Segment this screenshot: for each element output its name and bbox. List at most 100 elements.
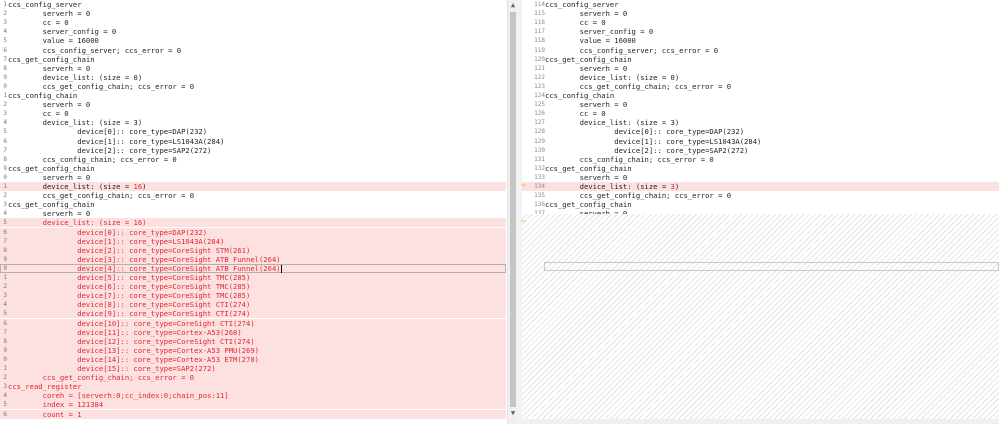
right-code-line[interactable]: 133 serverh = 0 xyxy=(522,173,999,182)
line-number: 117 xyxy=(534,28,545,36)
line-number: 2 xyxy=(3,101,7,109)
line-number: 3 xyxy=(3,19,7,27)
right-code-line[interactable]: 120 ccs_get_config_chain xyxy=(522,55,999,64)
right-code-line[interactable]: 126 cc = 0 xyxy=(522,109,999,118)
left-diff-pane[interactable]: 1 ccs_config_server 2 serverh = 03 cc = 04… xyxy=(0,0,506,424)
right-code-line[interactable]: 119 ccs_config_server; ccs_error = 0 xyxy=(522,46,999,55)
line-text: device[4]:: core_type=CoreSight ATB Funn… xyxy=(8,263,282,273)
right-code-line[interactable]: 121 serverh = 0 xyxy=(522,64,999,73)
line-number: 136 xyxy=(534,201,545,209)
right-code-line[interactable]: 135 ccs_get_config_chain; ccs_error = 0 xyxy=(522,191,999,200)
line-number: 7 xyxy=(3,237,7,245)
removed-block-arrow-icon[interactable]: ⇦ xyxy=(521,217,529,225)
line-number: 9 xyxy=(3,164,7,172)
line-text: serverh = 0 xyxy=(545,63,628,73)
line-number: 125 xyxy=(534,101,545,109)
left-code-line[interactable]: 0 device[14]:: core_type=Cortex-A53 ETM(… xyxy=(0,354,506,364)
left-code-line[interactable]: 2 ccs_get_config_chain; ccs_error = 0 xyxy=(0,191,506,200)
left-code-line[interactable]: 5 index = 121384 xyxy=(0,400,506,410)
scrollbar-thumb[interactable] xyxy=(510,12,516,407)
right-code-line[interactable]: 122 device_list: (size = 0) xyxy=(522,73,999,82)
line-number: 3 xyxy=(3,292,7,300)
line-text: device[0]:: core_type=DAP(232) xyxy=(8,127,208,137)
changed-line-arrow-icon[interactable]: ⇦ xyxy=(521,181,529,189)
left-code-line[interactable]: 3 device[7]:: core_type=CoreSight TMC(28… xyxy=(0,291,506,301)
left-code-line[interactable]: 1 ccs_config_chain xyxy=(0,91,506,100)
left-code-line[interactable]: 8 device[12]:: core_type=CoreSight CTI(2… xyxy=(0,336,506,346)
left-code-line[interactable]: 6 device[1]:: core_type=LS1043A(284) xyxy=(0,137,506,146)
right-code-line[interactable]: 134 device_list: (size = 3) xyxy=(522,182,999,192)
left-code-line[interactable]: 5 device_list: (size = 16) xyxy=(0,218,506,228)
right-code-line[interactable]: 117 server_config = 0 xyxy=(522,27,999,36)
right-code-line[interactable]: 131 ccs_config_chain; ccs_error = 0 xyxy=(522,155,999,164)
line-text: device_list: (size = 3) xyxy=(545,118,680,128)
left-code-line[interactable]: 4 device[8]:: core_type=CoreSight CTI(27… xyxy=(0,300,506,310)
left-code-line[interactable]: 1 device_list: (size = 16) xyxy=(0,182,506,192)
left-code-line[interactable]: 4 device_list: (size = 3) xyxy=(0,118,506,127)
line-number: 1 xyxy=(3,92,7,99)
left-code-line[interactable]: 9 device[3]:: core_type=CoreSight ATB Fu… xyxy=(0,254,506,264)
left-code-line[interactable]: 8 serverh = 0 xyxy=(0,64,506,73)
right-code-line[interactable]: 128 device[0]:: core_type=DAP(232) xyxy=(522,127,999,136)
line-text: device[1]:: core_type=LS1043A(284) xyxy=(545,136,762,146)
left-code-line[interactable]: 6 count = 1 xyxy=(0,409,506,419)
left-code-line[interactable]: 3 ccs_read_register xyxy=(0,382,506,392)
left-code-line[interactable]: 0 serverh = 0 xyxy=(0,173,506,182)
left-code-line[interactable]: 4 coreh = [serverh:0;cc_index:0;chain_po… xyxy=(0,391,506,401)
left-code-line[interactable]: 2 serverh = 0 xyxy=(0,100,506,109)
left-code-line[interactable]: 6 device[0]:: core_type=DAP(232) xyxy=(0,227,506,237)
left-code-line[interactable]: 4 server_config = 0 xyxy=(0,27,506,36)
left-code-line[interactable]: 2 ccs_get_config_chain; ccs_error = 0 xyxy=(0,373,506,383)
left-code-line[interactable]: 8 ccs_config_chain; ccs_error = 0 xyxy=(0,155,506,164)
right-code-line[interactable]: 116 cc = 0 xyxy=(522,18,999,27)
right-code-line[interactable]: 124 ccs_config_chain xyxy=(522,91,999,100)
right-code-line[interactable]: 130 device[2]:: core_type=SAP2(272) xyxy=(522,146,999,155)
left-code-line[interactable]: 3 cc = 0 xyxy=(0,109,506,118)
left-code-line[interactable]: 6 ccs_config_server; ccs_error = 0 xyxy=(0,46,506,55)
right-code-line[interactable]: 127 device_list: (size = 3) xyxy=(522,118,999,127)
right-code-line[interactable]: 136 ccs_get_config_chain xyxy=(522,200,999,209)
right-code-line[interactable]: 115 serverh = 0 xyxy=(522,9,999,18)
left-code-line[interactable]: 1 device[5]:: core_type=CoreSight TMC(28… xyxy=(0,273,506,283)
right-code-line[interactable]: 123 ccs_get_config_chain; ccs_error = 0 xyxy=(522,82,999,91)
right-code-line[interactable]: 125 serverh = 0 xyxy=(522,100,999,109)
left-code-line[interactable]: 5 device[9]:: core_type=CoreSight CTI(27… xyxy=(0,309,506,319)
left-code-line[interactable]: 3 ccs_get_config_chain xyxy=(0,200,506,209)
left-code-line[interactable]: 2 serverh = 0 xyxy=(0,9,506,18)
diff-highlight: 16 xyxy=(133,182,143,191)
left-code-line[interactable]: 0 ccs_get_config_chain; ccs_error = 0 xyxy=(0,82,506,91)
left-code-line[interactable]: 0 device[4]:: core_type=CoreSight ATB Fu… xyxy=(0,263,506,273)
right-horizontal-scrollbar[interactable] xyxy=(522,419,999,424)
line-text: ccs_get_config_chain; ccs_error = 0 xyxy=(545,191,732,201)
right-code-line[interactable]: 132 ccs_get_config_chain xyxy=(522,164,999,173)
left-code-line[interactable]: 3 cc = 0 xyxy=(0,18,506,27)
left-code-line[interactable]: 1 ccs_config_server xyxy=(0,0,506,9)
left-code-line[interactable]: 2 device[6]:: core_type=CoreSight TMC(28… xyxy=(0,282,506,292)
scroll-up-arrow-icon[interactable]: ▲ xyxy=(509,1,517,9)
left-code-line[interactable]: 9 ccs_get_config_chain xyxy=(0,164,506,173)
left-code-line[interactable]: 6 device[10]:: core_type=CoreSight CTI(2… xyxy=(0,318,506,328)
left-code-line[interactable]: 7 device[2]:: core_type=SAP2(272) xyxy=(0,146,506,155)
right-code-line[interactable]: 114 ccs_config_server xyxy=(522,0,999,9)
line-number: 1 xyxy=(3,1,7,8)
right-code-line[interactable]: 118 value = 16000 xyxy=(522,36,999,45)
left-code-line[interactable]: 7 device[1]:: core_type=LS1043A(284) xyxy=(0,236,506,246)
line-text: cc = 0 xyxy=(8,109,69,119)
line-number: 7 xyxy=(3,328,7,336)
left-code-line[interactable]: 9 device_list: (size = 0) xyxy=(0,73,506,82)
line-number: 4 xyxy=(3,210,7,218)
scroll-down-arrow-icon[interactable]: ▼ xyxy=(509,409,517,417)
left-code-line[interactable]: 5 device[0]:: core_type=DAP(232) xyxy=(0,127,506,136)
line-text: ccs_config_chain xyxy=(545,91,615,100)
left-code-line[interactable]: 4 serverh = 0 xyxy=(0,209,506,218)
left-code-line[interactable]: 9 device[13]:: core_type=Cortex-A53 PMU(… xyxy=(0,345,506,355)
left-code-line[interactable]: 8 device[2]:: core_type=CoreSight STM(26… xyxy=(0,245,506,255)
left-code-line[interactable]: 5 value = 16000 xyxy=(0,36,506,45)
line-text: device_list: (size = 3) xyxy=(545,182,680,191)
left-code-line[interactable]: 7 device[11]:: core_type=Cortex-A53(268) xyxy=(0,327,506,337)
left-code-line[interactable]: 7 ccs_get_config_chain xyxy=(0,55,506,64)
line-text: server_config = 0 xyxy=(8,27,117,37)
left-code-line[interactable]: 1 device[15]:: core_type=SAP2(272) xyxy=(0,364,506,374)
right-code-line[interactable]: 129 device[1]:: core_type=LS1043A(284) xyxy=(522,137,999,146)
line-number: 8 xyxy=(3,337,7,345)
